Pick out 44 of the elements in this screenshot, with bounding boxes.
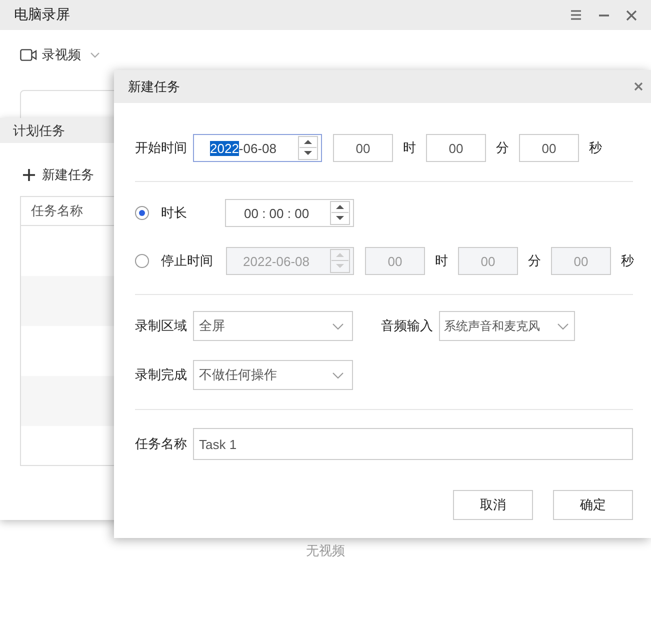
spinner-arrows-icon[interactable] <box>298 136 318 160</box>
hour-field[interactable]: 00 <box>333 134 393 162</box>
column-header: 任务名称 <box>31 202 83 220</box>
task-name-field[interactable]: Task 1 <box>193 428 633 460</box>
dialog-title: 新建任务 <box>128 78 180 96</box>
minimize-icon[interactable] <box>598 14 610 16</box>
record-mode-dropdown[interactable]: 录视频 <box>20 46 100 64</box>
field-label: 音频输入 <box>381 317 434 335</box>
dialog-button[interactable]: 确定 <box>553 490 633 520</box>
radio-label: 停止时间 <box>161 252 214 270</box>
record-area-dropdown[interactable]: 全屏 <box>193 311 353 341</box>
on-finish-dropdown[interactable]: 不做任何操作 <box>193 360 353 390</box>
unit-label: 秒 <box>589 139 601 157</box>
new-task-button[interactable]: 新建任务 <box>23 166 94 184</box>
field-label: 录制区域 <box>135 317 188 335</box>
caret-icon <box>90 52 100 58</box>
spinner-arrows-icon[interactable] <box>330 201 350 225</box>
video-camera-icon <box>20 49 37 61</box>
radio-label: 时长 <box>161 204 188 222</box>
empty-state-text: 无视频 <box>305 542 346 560</box>
chevron-down-icon <box>332 372 344 378</box>
plus-icon <box>23 169 35 181</box>
panel-title: 计划任务 <box>13 122 65 140</box>
radio-button[interactable] <box>135 206 149 220</box>
unit-label: 时 <box>403 139 415 157</box>
close-icon[interactable] <box>626 10 637 20</box>
field-label: 开始时间 <box>135 139 188 157</box>
unit-label: 分 <box>496 139 508 157</box>
window-title: 电脑录屏 <box>14 6 70 24</box>
audio-input-dropdown[interactable]: 系统声音和麦克风 <box>439 311 575 341</box>
dialog-button[interactable]: 取消 <box>453 490 533 520</box>
unit-label: 分 <box>528 252 540 270</box>
unit-label: 秒 <box>621 252 633 270</box>
field-label: 任务名称 <box>135 435 188 453</box>
duration-field[interactable]: 00 : 00 : 00 <box>225 199 354 227</box>
field-label: 录制完成 <box>135 366 188 384</box>
menu-icon[interactable] <box>570 10 582 20</box>
minute-field[interactable]: 00 <box>426 134 486 162</box>
date-field[interactable]: 2022-06-08 <box>193 134 322 162</box>
unit-label: 时 <box>435 252 447 270</box>
second-field[interactable]: 00 <box>519 134 579 162</box>
chevron-down-icon <box>332 322 344 330</box>
chevron-down-icon <box>557 322 569 330</box>
close-icon[interactable] <box>634 82 643 91</box>
